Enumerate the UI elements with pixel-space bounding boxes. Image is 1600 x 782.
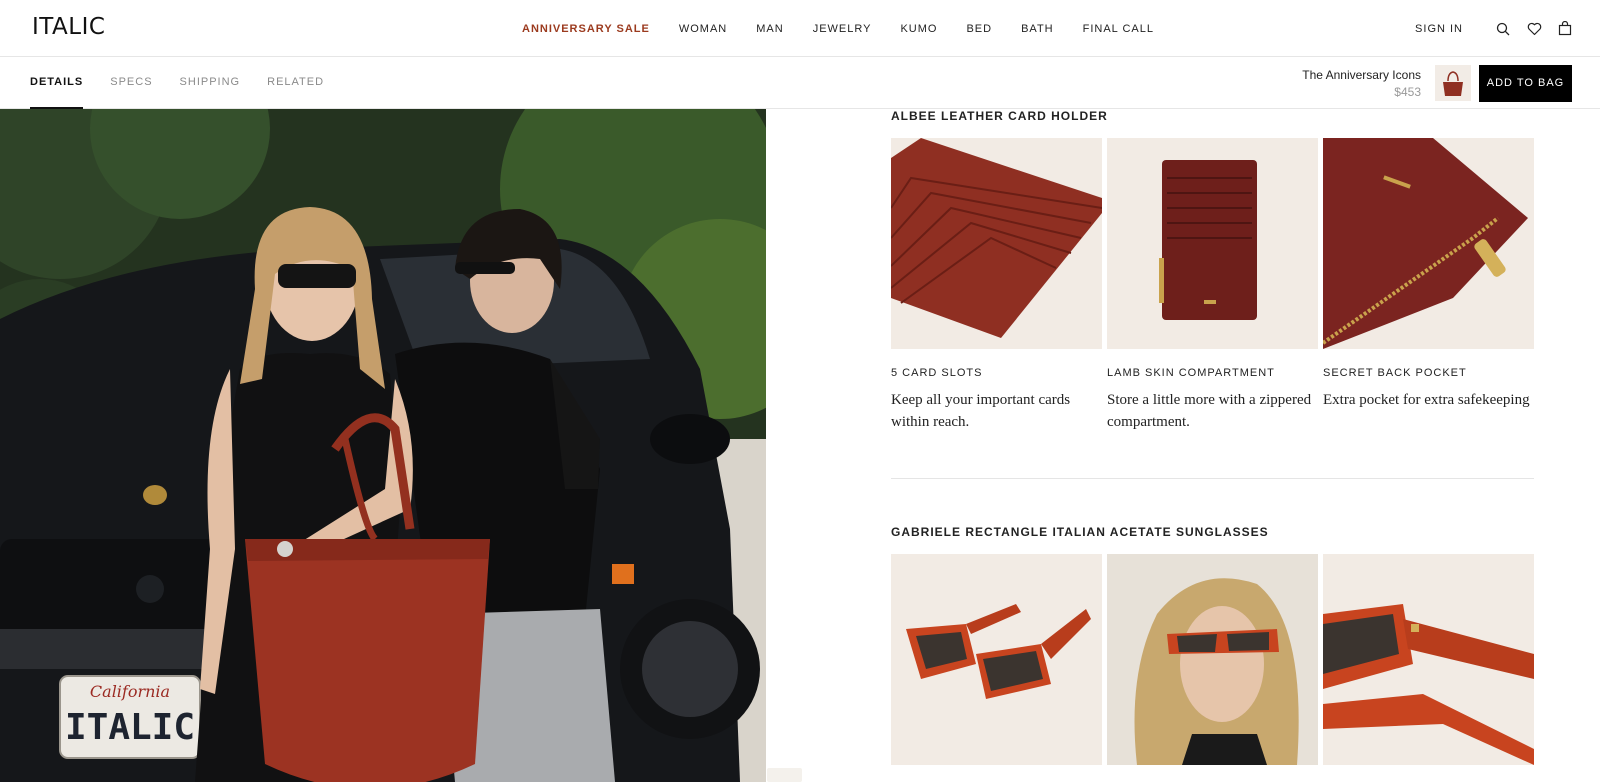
sunglasses-model-image	[1107, 554, 1318, 765]
site-header: ITALIC ANNIVERSARY SALE WOMAN MAN JEWELR…	[0, 0, 1600, 57]
tab-shipping[interactable]: SHIPPING	[180, 57, 241, 109]
feature-card: 5 CARD SLOTS Keep all your important car…	[891, 138, 1102, 433]
sticky-product-name: The Anniversary Icons	[1302, 67, 1421, 82]
sunglasses-section: GABRIELE RECTANGLE ITALIAN ACETATE SUNGL…	[891, 525, 1534, 765]
card-holder-section: ALBEE LEATHER CARD HOLDER 5 CARD SLOTS K…	[891, 109, 1534, 433]
lamb-skin-compartment-image	[1107, 138, 1318, 349]
nav-jewelry[interactable]: JEWELRY	[813, 23, 872, 35]
nav-kumo[interactable]: KUMO	[900, 23, 937, 35]
feature-card: LAMB SKIN COMPARTMENT Store a little mor…	[1107, 138, 1318, 433]
scroll-to-top-handle[interactable]	[767, 768, 802, 782]
feature-title: LAMB SKIN COMPARTMENT	[1107, 367, 1275, 379]
tab-related[interactable]: RELATED	[267, 57, 324, 109]
main-nav: ANNIVERSARY SALE WOMAN MAN JEWELRY KUMO …	[522, 0, 1183, 57]
product-details: ALBEE LEATHER CARD HOLDER 5 CARD SLOTS K…	[891, 109, 1534, 765]
bag-icon[interactable]	[1556, 20, 1574, 38]
product-subnav: DETAILS SPECS SHIPPING RELATED The Anniv…	[0, 57, 1600, 109]
sticky-product-thumbnail	[1435, 65, 1471, 101]
plate-state-text: California	[90, 682, 170, 701]
heart-icon[interactable]	[1525, 20, 1543, 38]
secret-back-pocket-image	[1323, 138, 1534, 349]
brand-logo[interactable]: ITALIC	[32, 14, 105, 40]
feature-description: Keep all your important cards within rea…	[891, 392, 1071, 430]
feature-description: Store a little more with a zippered comp…	[1107, 392, 1312, 430]
sticky-product-price: $453	[1394, 84, 1421, 99]
tab-specs[interactable]: SPECS	[110, 57, 152, 109]
gallery-card	[1107, 554, 1318, 765]
feature-title: SECRET BACK POCKET	[1323, 367, 1467, 379]
section-tabs: DETAILS SPECS SHIPPING RELATED	[30, 57, 351, 109]
feature-description: Extra pocket for extra safekeeping	[1323, 392, 1530, 408]
card-holder-title: ALBEE LEATHER CARD HOLDER	[891, 109, 1108, 123]
sunglasses-gallery	[891, 554, 1534, 765]
nav-bath[interactable]: BATH	[1021, 23, 1054, 35]
add-to-bag-button[interactable]: ADD TO BAG	[1479, 64, 1572, 102]
card-slots-image	[891, 138, 1102, 349]
nav-man[interactable]: MAN	[756, 23, 783, 35]
tab-details[interactable]: DETAILS	[30, 57, 84, 109]
sunglasses-product-image	[891, 554, 1102, 765]
sign-in-link[interactable]: SIGN IN	[1415, 23, 1463, 35]
plate-text: ITALIC	[65, 707, 195, 748]
sunglasses-detail-image	[1323, 554, 1534, 765]
hero-lifestyle-image: California ITALIC	[0, 109, 766, 782]
nav-bed[interactable]: BED	[966, 23, 992, 35]
gallery-card	[1323, 554, 1534, 765]
sticky-product-bar: The Anniversary Icons $453 ADD TO BAG	[1302, 64, 1572, 102]
feature-card: SECRET BACK POCKET Extra pocket for extr…	[1323, 138, 1534, 433]
search-icon[interactable]	[1494, 20, 1512, 38]
sunglasses-title: GABRIELE RECTANGLE ITALIAN ACETATE SUNGL…	[891, 525, 1269, 539]
card-holder-gallery: 5 CARD SLOTS Keep all your important car…	[891, 138, 1534, 433]
sticky-product-info: The Anniversary Icons $453	[1302, 68, 1421, 99]
nav-anniversary-sale[interactable]: ANNIVERSARY SALE	[522, 23, 650, 35]
nav-final-call[interactable]: FINAL CALL	[1083, 23, 1154, 35]
feature-title: 5 CARD SLOTS	[891, 367, 983, 379]
gallery-card	[891, 554, 1102, 765]
account-nav: SIGN IN	[1415, 0, 1574, 57]
section-divider	[891, 478, 1534, 479]
nav-woman[interactable]: WOMAN	[679, 23, 727, 35]
